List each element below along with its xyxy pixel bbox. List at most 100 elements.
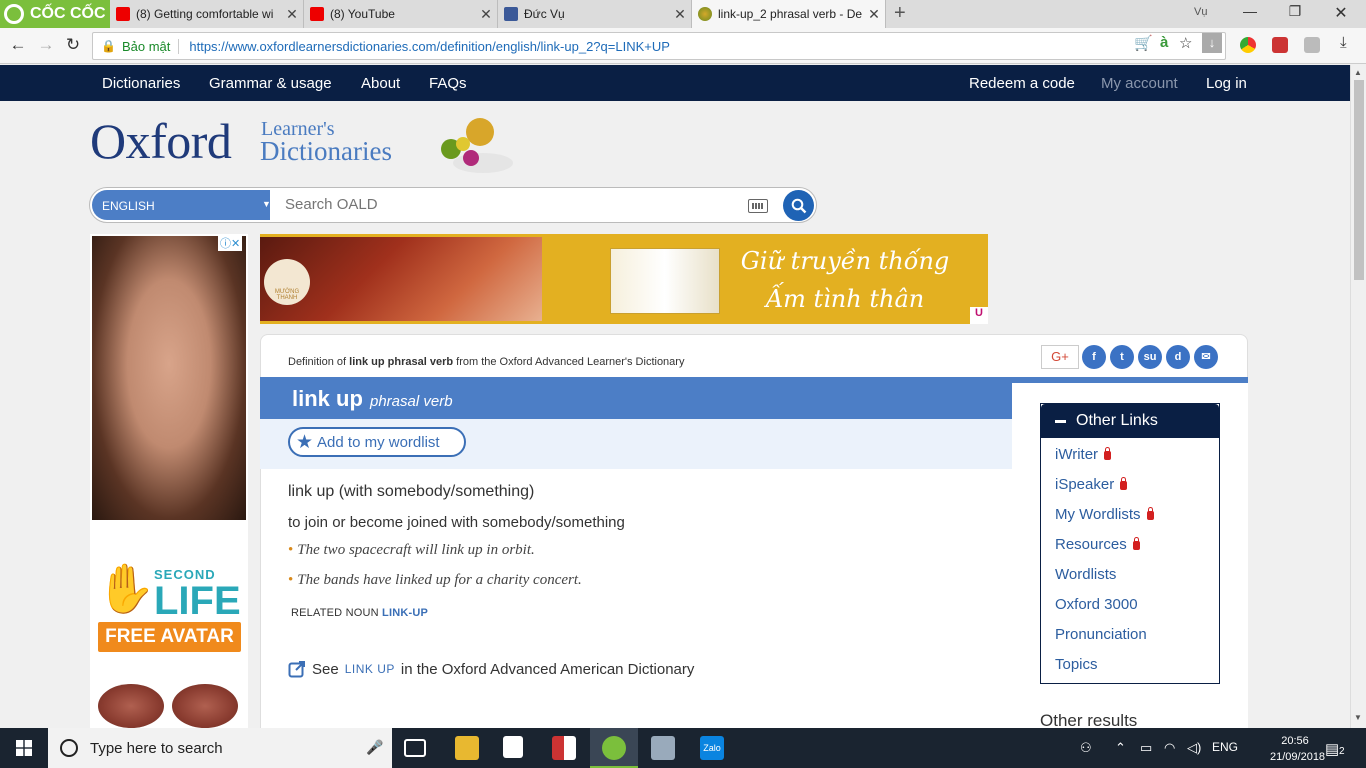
keyboard-icon[interactable] (748, 199, 768, 213)
bookmark-star-icon[interactable]: ☆ (1179, 34, 1192, 52)
nav-faqs[interactable]: FAQs (429, 75, 467, 92)
nav-my-account[interactable]: My account (1101, 75, 1178, 92)
microphone-icon[interactable]: 🎤 (366, 739, 383, 756)
zalo-icon[interactable]: Zalo (700, 736, 724, 760)
clock[interactable]: 20:56 21/09/2018 (1270, 733, 1325, 765)
banner-advertisement[interactable]: MƯỜNG THANH Giữ truyền thống Ấm tình thâ… (260, 234, 988, 324)
close-icon[interactable]: ✕ (281, 6, 303, 23)
volume-icon[interactable]: ◁) (1187, 740, 1201, 756)
see-link[interactable]: LINK UP (345, 662, 395, 676)
language-select[interactable]: ENGLISH (92, 190, 270, 220)
search-button[interactable] (783, 190, 814, 221)
free-avatar-button[interactable]: FREE AVATAR ≫ (98, 622, 241, 677)
nav-about[interactable]: About (361, 75, 400, 92)
browser-tab-strip: CỐC CỐC (8) Getting comfortable wi ✕ (8)… (0, 0, 1366, 28)
scrollbar-thumb[interactable] (1354, 80, 1364, 280)
maximize-button[interactable]: ❐ (1280, 3, 1310, 20)
twitter-icon[interactable]: t (1110, 345, 1134, 369)
other-links-header[interactable]: Other Links (1041, 404, 1219, 438)
google-plus-share-button[interactable]: G+ (1041, 345, 1079, 369)
people-icon[interactable]: ⚇ (1080, 740, 1092, 756)
nav-login[interactable]: Log in (1206, 75, 1247, 92)
banner-slogan: Giữ truyền thống Ấm tình thân (720, 242, 970, 318)
email-icon[interactable]: ✉ (1194, 345, 1218, 369)
adchoices-icon[interactable]: ⓘ✕ (218, 235, 243, 251)
tab-youtube[interactable]: (8) YouTube ✕ (304, 0, 498, 28)
other-link-ispeaker[interactable]: iSpeaker (1055, 476, 1128, 493)
page-scrollbar[interactable]: ▲ ▼ (1350, 65, 1366, 728)
store-icon[interactable] (503, 736, 523, 758)
other-link-iwriter[interactable]: iWriter (1055, 446, 1112, 463)
scroll-up-arrow-icon[interactable]: ▲ (1354, 68, 1362, 77)
file-explorer-icon[interactable] (455, 736, 479, 760)
related-link[interactable]: LINK-UP (382, 607, 428, 619)
delicious-icon[interactable]: d (1166, 345, 1190, 369)
task-view-icon[interactable] (404, 739, 426, 757)
coccoc-taskbar-button[interactable] (590, 728, 638, 768)
input-language[interactable]: ENG (1212, 740, 1238, 754)
tab-facebook[interactable]: Đức Vụ ✕ (498, 0, 692, 28)
profile-name[interactable]: Vụ (1194, 6, 1207, 18)
other-link-label[interactable]: iSpeaker (1055, 476, 1114, 493)
tab-oxford-active[interactable]: link-up_2 phrasal verb - De ✕ (692, 0, 886, 28)
language-select-value: ENGLISH (102, 199, 155, 213)
nav-grammar-usage[interactable]: Grammar & usage (209, 75, 332, 92)
tab-youtube-video[interactable]: (8) Getting comfortable wi ✕ (110, 0, 304, 28)
nav-redeem-code[interactable]: Redeem a code (969, 75, 1075, 92)
cart-icon[interactable]: 🛒 (1134, 34, 1153, 52)
url-text[interactable]: https://www.oxfordlearnersdictionaries.c… (189, 39, 670, 54)
wifi-icon[interactable]: ◠ (1164, 740, 1175, 756)
other-link-label[interactable]: Pronunciation (1055, 626, 1147, 643)
close-icon[interactable]: ✕ (863, 6, 885, 23)
address-bar[interactable]: 🔒 Bảo mật https://www.oxfordlearnersdict… (92, 32, 1226, 60)
ad-badge[interactable]: U (970, 307, 988, 324)
taskbar-search-box[interactable]: Type here to search (48, 728, 392, 768)
other-link-topics[interactable]: Topics (1055, 656, 1098, 673)
app-icon[interactable] (651, 736, 675, 760)
other-link-label[interactable]: Oxford 3000 (1055, 596, 1138, 613)
nav-dictionaries[interactable]: Dictionaries (102, 75, 180, 92)
minimize-button[interactable]: — (1235, 3, 1265, 19)
other-link-wordlists[interactable]: Wordlists (1055, 566, 1116, 583)
search-input[interactable] (285, 196, 735, 213)
left-advertisement[interactable]: ⓘ✕ ✋ SECOND LIFE FREE AVATAR ≫ (90, 234, 248, 728)
add-to-wordlist-button[interactable]: ★ Add to my wordlist (288, 427, 466, 457)
download-arrow-icon[interactable]: ↓ (1202, 33, 1222, 53)
close-window-button[interactable]: ✕ (1326, 3, 1356, 23)
definition-text: to join or become joined with somebody/s… (288, 514, 625, 531)
extension-icon[interactable] (1304, 37, 1320, 53)
ad-model-image (92, 236, 246, 520)
other-link-label[interactable]: iWriter (1055, 446, 1098, 463)
chrome-extension-icon[interactable] (1240, 37, 1256, 53)
scroll-down-arrow-icon[interactable]: ▼ (1354, 713, 1362, 722)
battery-icon[interactable]: ▭ (1140, 740, 1152, 756)
close-icon[interactable]: ✕ (669, 6, 691, 23)
close-icon[interactable]: ✕ (475, 6, 497, 23)
other-link-label[interactable]: My Wordlists (1055, 506, 1141, 523)
other-link-oxford-3000[interactable]: Oxford 3000 (1055, 596, 1138, 613)
other-link-resources[interactable]: Resources (1055, 536, 1140, 553)
vietnamese-input-icon[interactable]: à (1160, 34, 1168, 51)
collapse-icon (1055, 419, 1066, 423)
app-icon[interactable] (552, 736, 576, 760)
other-link-label[interactable]: Wordlists (1055, 566, 1116, 583)
chevron-up-icon[interactable]: ⌃ (1115, 740, 1126, 756)
stumbleupon-icon[interactable]: su (1138, 345, 1162, 369)
reload-button[interactable]: ↻ (62, 35, 84, 55)
start-button[interactable] (0, 728, 48, 768)
forward-button[interactable]: → (35, 35, 57, 55)
shield-icon[interactable] (1272, 37, 1288, 53)
other-link-my-wordlists[interactable]: My Wordlists (1055, 506, 1154, 523)
other-links-box: Other Links iWriter iSpeaker My Wordlist… (1040, 403, 1220, 684)
other-link-label[interactable]: Resources (1055, 536, 1127, 553)
ad-lips-image (98, 684, 164, 728)
notification-icon[interactable]: ▤ (1325, 740, 1339, 758)
download-icon[interactable]: ⤓ (1340, 34, 1347, 51)
new-tab-button[interactable]: + (894, 2, 906, 25)
coccoc-menu-button[interactable]: CỐC CỐC (0, 0, 110, 28)
back-button[interactable]: ← (7, 35, 29, 55)
facebook-icon[interactable]: f (1082, 345, 1106, 369)
taskbar-search-placeholder: Type here to search (90, 739, 223, 757)
other-link-pronunciation[interactable]: Pronunciation (1055, 626, 1147, 643)
other-link-label[interactable]: Topics (1055, 656, 1098, 673)
